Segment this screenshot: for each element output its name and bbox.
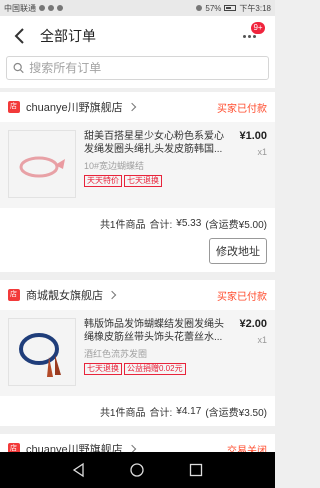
product-name: 韩版饰品发饰蝴蝶结发圈发绳头绳橡皮筋丝带头饰头花蕾丝水... [84,319,224,343]
order-item[interactable]: 韩版饰品发饰蝴蝶结发圈发绳头绳橡皮筋丝带头饰头花蕾丝水... 酒红色流苏发圈 七… [0,310,275,396]
notification-icon [48,5,54,11]
back-triangle-icon[interactable] [71,462,87,478]
item-count: 共1件商品 [99,407,146,419]
page-title: 全部订单 [40,28,96,44]
more-dots-icon [243,35,256,38]
status-bar: 中国联通 57% 下午3:18 [0,0,275,16]
order-card[interactable]: chuanye川野旗舰店 买家已付款 甜美百搭星星少女心粉色系爱心发绳发圈头绳扎… [0,92,275,272]
back-button[interactable] [10,27,28,45]
battery-percent: 57% [205,3,222,13]
modify-address-button[interactable]: 修改地址 [209,238,267,264]
total-label: 合计: [149,219,173,231]
search-input[interactable] [29,61,262,75]
order-summary: 共1件商品 合计: ¥5.33 (含运费¥5.00) [0,208,275,238]
shop-icon [8,289,20,301]
order-total: ¥5.33 [176,217,202,229]
shop-icon [8,101,20,113]
product-quantity: x1 [257,147,267,157]
order-list: chuanye川野旗舰店 买家已付款 甜美百搭星星少女心粉色系爱心发绳发圈头绳扎… [0,92,275,472]
service-tag: 七天退换 [124,175,162,187]
notification-icon [39,5,45,11]
service-tag: 天天特价 [84,175,122,187]
chevron-right-icon [107,290,117,300]
item-count: 共1件商品 [99,219,146,231]
product-price: ¥2.00 [239,318,267,330]
shipping-fee: (含运费¥3.50) [205,407,267,419]
search-icon [13,62,24,74]
service-tag: 七天退换 [84,363,122,375]
order-item[interactable]: 甜美百搭星星少女心粉色系爱心发绳发圈头绳扎头发皮筋韩国... 10#宽边蝴蝶结 … [0,122,275,208]
search-box[interactable] [6,56,269,80]
notification-icon [57,5,63,11]
more-menu-button[interactable]: 9+ [243,22,265,44]
shop-row[interactable]: chuanye川野旗舰店 买家已付款 [0,92,275,122]
product-sku: 酒红色流苏发圈 [84,349,148,359]
chevron-right-icon [127,102,136,112]
product-image [8,318,76,386]
order-summary: 共1件商品 合计: ¥4.17 (含运费¥3.50) [0,396,275,426]
shop-name: 商城靓女旗舰店 [26,290,103,302]
system-nav-bar [0,452,275,488]
order-status: 买家已付款 [217,291,267,303]
search-section [0,56,275,88]
recents-square-icon[interactable] [188,462,204,478]
shop-row[interactable]: 商城靓女旗舰店 买家已付款 [0,280,275,310]
product-quantity: x1 [257,335,267,345]
order-card[interactable]: 商城靓女旗舰店 买家已付款 韩版饰品发饰蝴蝶结发圈发绳头绳橡皮筋丝带头饰头花蕾丝… [0,280,275,426]
product-name: 甜美百搭星星少女心粉色系爱心发绳发圈头绳扎头发皮筋韩国... [84,131,224,155]
battery-icon [224,5,237,11]
shop-name: chuanye川野旗舰店 [26,102,123,114]
shipping-fee: (含运费¥5.00) [205,219,267,231]
service-tag: 公益捐赠0.02元 [124,363,186,375]
product-sku: 10#宽边蝴蝶结 [84,161,145,171]
order-status: 买家已付款 [217,103,267,115]
product-image [8,130,76,198]
clock: 下午3:18 [239,3,271,13]
chevron-left-icon [14,28,24,44]
home-circle-icon[interactable] [129,462,145,478]
carrier-text: 中国联通 [4,3,36,13]
wifi-icon [196,5,203,11]
product-price: ¥1.00 [239,130,267,142]
total-label: 合计: [149,407,173,419]
order-total: ¥4.17 [176,405,202,417]
app-header: 全部订单 9+ [0,16,275,56]
message-badge: 9+ [251,22,265,34]
